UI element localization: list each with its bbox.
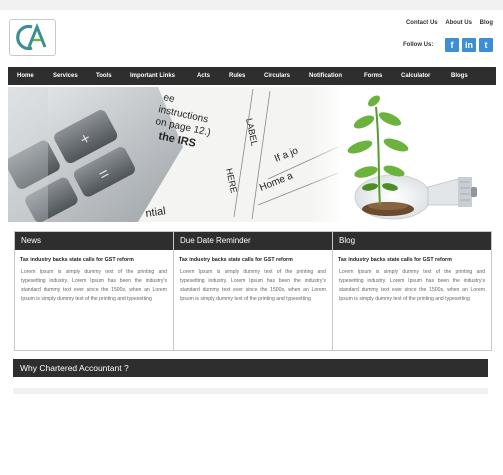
nav-acts[interactable]: Acts [197,67,210,85]
hero-banner: + = ee instructions on page 12.) the IRS… [8,87,496,222]
facebook-icon[interactable]: f [445,38,459,52]
main-nav: Home Services Tools Important Links Acts… [8,67,496,85]
nav-circulars[interactable]: Circulars [264,67,290,85]
contact-us-link[interactable]: Contact Us [406,20,438,26]
about-us-link[interactable]: About Us [445,20,472,26]
blog-box: Blog Tax industry backs state calls for … [332,231,492,351]
nav-important-links[interactable]: Important Links [130,67,175,85]
top-links: Contact Us About Us Blog [400,20,493,26]
news-box: News Tax industry backs state calls for … [14,231,174,351]
nav-notification[interactable]: Notification [309,67,342,85]
twitter-icon[interactable]: t [479,38,493,52]
due-date-text: Lorem Ipsum is simply dummy text of the … [180,269,326,302]
blog-heading: Blog [333,232,491,250]
nav-blogs[interactable]: Blogs [451,67,468,85]
blog-text: Lorem Ipsum is simply dummy text of the … [339,269,485,302]
news-title-link[interactable]: Tax industry backs state calls for GST r… [15,250,173,263]
nav-home[interactable]: Home [17,67,34,85]
why-ca-heading: Why Chartered Accountant ? [13,359,488,377]
nav-tools[interactable]: Tools [96,67,112,85]
due-date-title-link[interactable]: Tax industry backs state calls for GST r… [174,250,332,263]
nav-services[interactable]: Services [53,67,78,85]
due-date-heading: Due Date Reminder [174,232,332,250]
news-heading: News [15,232,173,250]
linkedin-icon[interactable]: in [462,38,476,52]
news-text: Lorem Ipsum is simply dummy text of the … [21,269,167,302]
top-strip [0,0,503,10]
hero-image: + = ee instructions on page 12.) the IRS… [8,87,496,222]
follow-label: Follow Us: [403,42,434,48]
blog-title-link[interactable]: Tax industry backs state calls for GST r… [333,250,491,263]
why-ca-content-placeholder [13,388,488,394]
blog-link[interactable]: Blog [480,20,493,26]
nav-forms[interactable]: Forms [364,67,382,85]
due-date-box: Due Date Reminder Tax industry backs sta… [173,231,333,351]
site-logo[interactable]: CA [9,19,56,56]
nav-rules[interactable]: Rules [229,67,245,85]
nav-calculator[interactable]: Calculator [401,67,430,85]
